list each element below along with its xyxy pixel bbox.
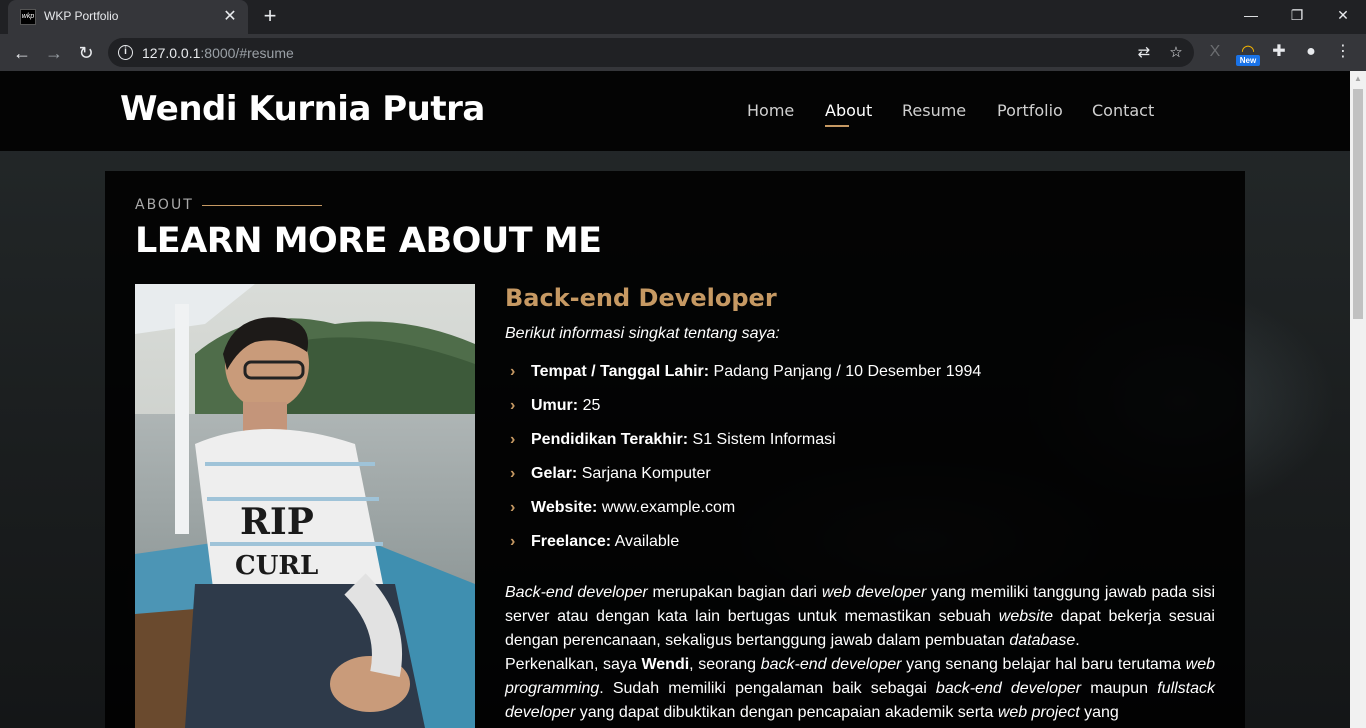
profile-icon[interactable]: ● (1298, 39, 1324, 65)
chevron-right-icon: › (510, 363, 516, 380)
url-text[interactable]: 127.0.0.1:8000/#resume (142, 45, 294, 61)
chevron-right-icon: › (510, 533, 516, 550)
new-tab-icon[interactable]: + (258, 5, 282, 29)
new-badge: New (1236, 55, 1260, 66)
about-section: ABOUT LEARN MORE ABOUT ME RIP CURL Back-… (105, 171, 1245, 728)
info-item-degree: › Gelar: Sarjana Komputer (505, 465, 981, 499)
forward-icon[interactable]: → (40, 39, 68, 67)
browser-toolbar: ← → ↻ i 127.0.0.1:8000/#resume ⇄ ☆ X ◠ ✚… (0, 34, 1366, 71)
nav-home[interactable]: Home (747, 101, 794, 120)
profile-photo: RIP CURL (135, 284, 475, 728)
info-label: Umur: (531, 397, 579, 414)
bio-text: Back-end developer merupakan bagian dari… (505, 584, 1216, 721)
section-title: LEARN MORE ABOUT ME (135, 221, 602, 261)
scrollbar-thumb[interactable] (1353, 89, 1363, 319)
restore-icon[interactable]: ❐ (1274, 0, 1320, 30)
nav-about[interactable]: About (825, 101, 872, 120)
chevron-right-icon: › (510, 499, 516, 516)
nav-resume[interactable]: Resume (902, 101, 966, 120)
profile-photo-illustration: RIP CURL (135, 284, 475, 728)
section-kicker: ABOUT (135, 197, 194, 213)
minimize-icon[interactable]: — (1228, 0, 1274, 30)
close-tab-icon[interactable]: ✕ (220, 7, 240, 27)
nav-portfolio[interactable]: Portfolio (997, 101, 1063, 120)
chevron-right-icon: › (510, 465, 516, 482)
extensions-puzzle-icon[interactable]: ✚ (1266, 39, 1292, 65)
info-value: Available (614, 533, 680, 550)
chevron-right-icon: › (510, 431, 516, 448)
translate-icon[interactable]: ⇄ (1134, 43, 1154, 63)
page-viewport: Wendi Kurnia Putra Home About Resume Por… (0, 71, 1350, 728)
info-value: 25 (582, 397, 601, 414)
site-info-icon[interactable]: i (118, 45, 133, 60)
page-scrollbar[interactable]: ▲ (1350, 71, 1366, 728)
svg-text:CURL: CURL (235, 551, 318, 581)
back-icon[interactable]: ← (8, 39, 36, 67)
info-value: Sarjana Komputer (581, 465, 711, 482)
info-label: Gelar: (531, 465, 578, 482)
site-header: Wendi Kurnia Putra Home About Resume Por… (0, 71, 1350, 151)
site-logo[interactable]: Wendi Kurnia Putra (120, 89, 485, 129)
kicker-divider (202, 205, 322, 206)
info-label: Website: (531, 499, 598, 516)
info-list: › Tempat / Tanggal Lahir: Padang Panjang… (505, 363, 981, 567)
info-item-website: › Website: www.example.com (505, 499, 981, 533)
intro-text: Berikut informasi singkat tentang saya: (505, 325, 780, 342)
info-value: S1 Sistem Informasi (692, 431, 836, 448)
info-label: Pendidikan Terakhir: (531, 431, 689, 448)
reload-icon[interactable]: ↻ (72, 39, 100, 67)
info-label: Freelance: (531, 533, 612, 550)
scroll-up-icon[interactable]: ▲ (1350, 71, 1366, 87)
menu-kebab-icon[interactable]: ⋮ (1330, 39, 1356, 65)
close-window-icon[interactable]: ✕ (1320, 0, 1366, 30)
browser-tab[interactable]: wkp WKP Portfolio ✕ (8, 0, 248, 34)
bookmark-star-icon[interactable]: ☆ (1166, 43, 1186, 63)
address-bar[interactable]: i 127.0.0.1:8000/#resume ⇄ ☆ (108, 38, 1194, 67)
role-title: Back-end Developer (505, 284, 777, 312)
info-value[interactable]: www.example.com (602, 499, 735, 516)
info-item-birth: › Tempat / Tanggal Lahir: Padang Panjang… (505, 363, 981, 397)
info-item-education: › Pendidikan Terakhir: S1 Sistem Informa… (505, 431, 981, 465)
tab-title: WKP Portfolio (44, 9, 119, 23)
nav-contact[interactable]: Contact (1092, 101, 1154, 120)
info-item-age: › Umur: 25 (505, 397, 981, 431)
tab-favicon-icon: wkp (20, 9, 36, 25)
svg-text:RIP: RIP (240, 501, 314, 543)
browser-titlebar: wkp WKP Portfolio ✕ + — ❐ ✕ (0, 0, 1366, 34)
info-item-freelance: › Freelance: Available (505, 533, 981, 567)
info-label: Tempat / Tanggal Lahir: (531, 363, 710, 380)
info-value: Padang Panjang / 10 Desember 1994 (713, 363, 982, 380)
extension-x-icon[interactable]: X (1202, 39, 1228, 65)
nav-active-indicator (825, 125, 849, 127)
chevron-right-icon: › (510, 397, 516, 414)
